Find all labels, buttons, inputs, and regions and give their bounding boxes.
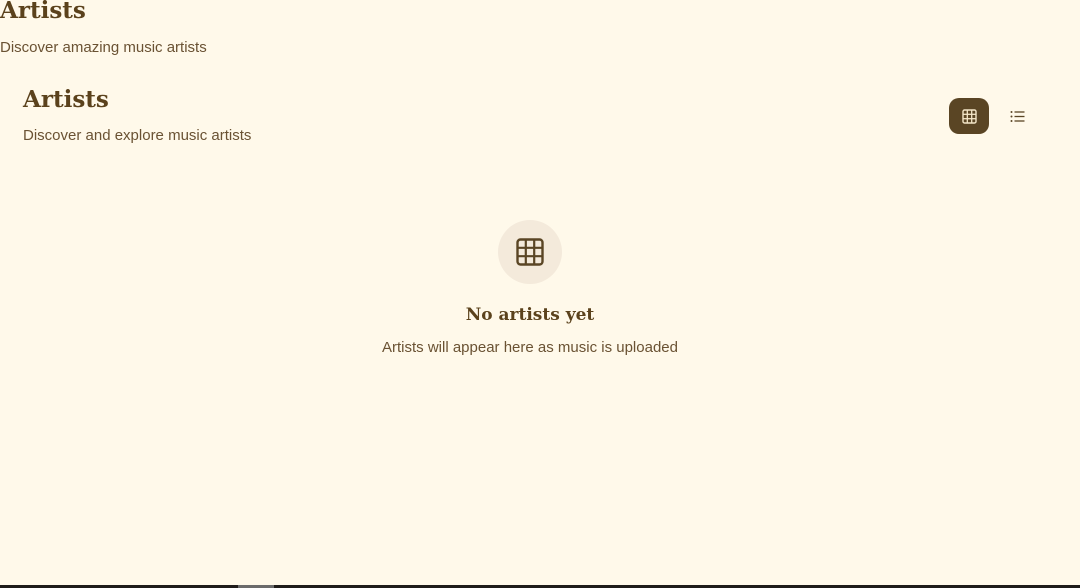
- empty-state-text: Artists will appear here as music is upl…: [382, 339, 678, 356]
- empty-state-icon-circle: [498, 220, 562, 284]
- list-icon: [1010, 110, 1025, 123]
- section-subtitle: Discover and explore music artists: [23, 127, 252, 144]
- section-title: Artists: [23, 86, 109, 113]
- list-view-button[interactable]: [997, 98, 1037, 134]
- grid-icon: [961, 108, 977, 124]
- empty-state-title: No artists yet: [465, 305, 595, 325]
- page-subtitle: Discover amazing music artists: [0, 39, 207, 56]
- view-toggle: [949, 98, 1037, 134]
- page-title: Artists: [0, 0, 86, 24]
- grid-view-button[interactable]: [949, 98, 989, 134]
- empty-state: No artists yet Artists will appear here …: [0, 220, 1060, 358]
- grid-icon: [516, 238, 544, 266]
